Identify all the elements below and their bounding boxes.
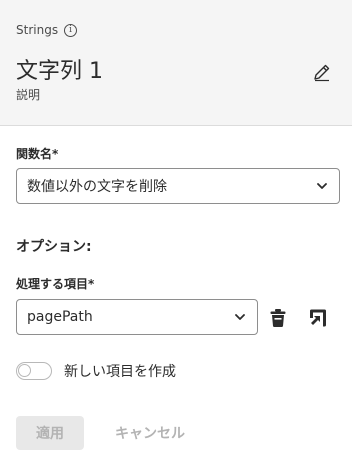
- open-button[interactable]: [307, 307, 329, 329]
- panel-header: Strings i 文字列 1 説明: [0, 0, 352, 126]
- description-text: 説明: [16, 88, 41, 102]
- item-field-label: 処理する項目*: [16, 277, 95, 291]
- create-new-item-toggle[interactable]: [16, 362, 52, 380]
- trash-icon: [270, 309, 286, 327]
- chevron-down-icon: [317, 183, 327, 189]
- item-select[interactable]: pagePath: [16, 299, 258, 335]
- section-label-text: Strings: [16, 23, 59, 37]
- function-field-label: 関数名*: [16, 147, 59, 161]
- function-select-value: 数値以外の文字を削除: [27, 179, 167, 195]
- page-title: 文字列 1: [16, 59, 103, 84]
- delete-button[interactable]: [267, 307, 289, 329]
- cancel-button[interactable]: キャンセル: [104, 416, 196, 450]
- toggle-knob: [18, 364, 31, 377]
- item-select-value: pagePath: [27, 309, 93, 325]
- info-icon[interactable]: i: [64, 23, 78, 37]
- section-label: Strings i: [16, 23, 78, 37]
- toggle-label: 新しい項目を作成: [64, 364, 176, 380]
- open-external-icon: [310, 309, 326, 327]
- options-heading: オプション:: [16, 239, 92, 255]
- apply-button[interactable]: 適用: [16, 416, 84, 450]
- pencil-icon[interactable]: [312, 62, 332, 82]
- function-select[interactable]: 数値以外の文字を削除: [16, 168, 340, 204]
- chevron-down-icon: [235, 314, 245, 320]
